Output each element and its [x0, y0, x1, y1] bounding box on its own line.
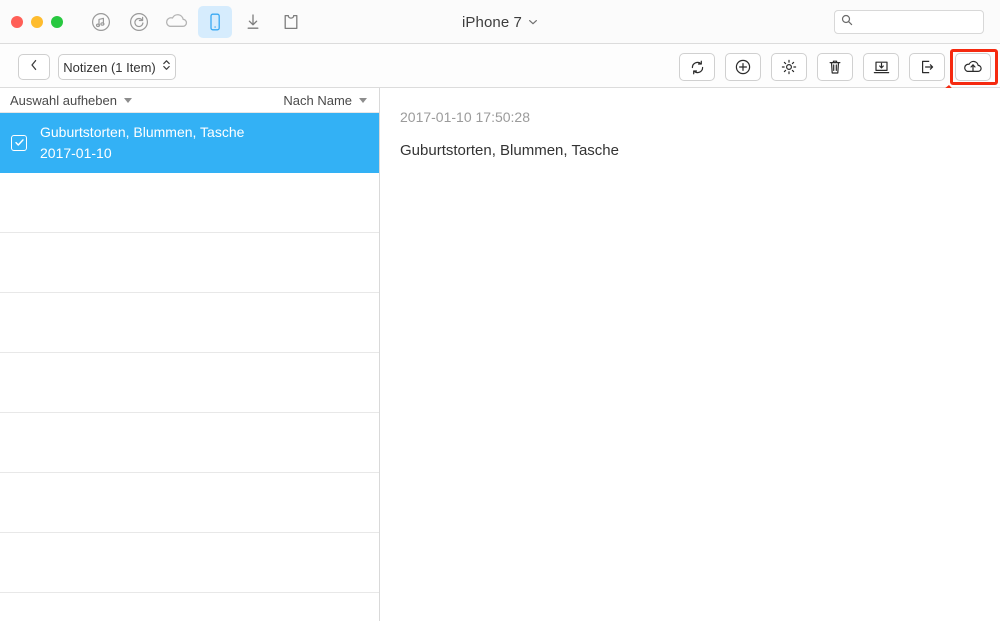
- delete-button[interactable]: [817, 53, 853, 81]
- deselect-label: Auswahl aufheben: [10, 92, 117, 108]
- list-row-empty: [0, 353, 379, 413]
- breadcrumb[interactable]: Notizen (1 Item): [58, 54, 176, 80]
- cloud-upload-icon: [962, 58, 984, 76]
- list-item[interactable]: Guburtstorten, Blummen, Tasche 2017-01-1…: [0, 113, 379, 173]
- export-button[interactable]: [909, 53, 945, 81]
- app-window: iPhone 7 Notizen (1 Item) Auswahl aufheb…: [0, 0, 1000, 621]
- minimize-button[interactable]: [31, 15, 43, 28]
- mode-device[interactable]: [198, 5, 232, 38]
- list-row-empty: [0, 413, 379, 473]
- list-row-empty: [0, 233, 379, 293]
- titlebar: iPhone 7: [0, 0, 1000, 44]
- deselect-dropdown[interactable]: Auswahl aufheben: [10, 93, 132, 108]
- plus-circle-icon: [734, 58, 752, 76]
- chevron-down-icon[interactable]: [528, 13, 538, 31]
- window-title: iPhone 7: [461, 13, 523, 31]
- cloud-icon: [164, 11, 190, 33]
- import-button[interactable]: [863, 53, 899, 81]
- refresh-button[interactable]: [679, 53, 715, 81]
- gear-icon: [780, 58, 798, 76]
- add-button[interactable]: [725, 53, 761, 81]
- item-title: Guburtstorten, Blummen, Tasche: [40, 123, 245, 140]
- note-timestamp: 2017-01-10 17:50:28: [400, 109, 530, 125]
- list-row-empty: [0, 593, 379, 621]
- phone-icon: [205, 11, 225, 33]
- item-checkbox[interactable]: [11, 134, 27, 151]
- notes-list: Guburtstorten, Blummen, Tasche 2017-01-1…: [0, 113, 379, 621]
- sort-label: Nach Name: [283, 92, 352, 108]
- music-icon: [90, 11, 112, 33]
- note-body: Guburtstorten, Blummen, Tasche: [400, 142, 619, 159]
- item-date: 2017-01-10: [40, 144, 112, 161]
- notes-list-panel: Auswahl aufheben Nach Name Guburtstorten…: [0, 88, 380, 621]
- close-button[interactable]: [11, 15, 23, 28]
- mode-icloud[interactable]: [160, 6, 194, 38]
- sort-dropdown[interactable]: Nach Name: [283, 93, 367, 108]
- trash-icon: [827, 58, 843, 76]
- list-row-empty: [0, 293, 379, 353]
- mode-toolkit[interactable]: [274, 6, 308, 38]
- caret-down-icon: [359, 97, 367, 103]
- restore-icon: [128, 11, 150, 33]
- chevron-up-down-icon: [162, 58, 171, 77]
- toolbox-icon: [279, 11, 303, 33]
- caret-down-icon: [123, 97, 132, 103]
- mode-restore[interactable]: [122, 6, 156, 38]
- settings-button[interactable]: [771, 53, 807, 81]
- chevron-left-icon: [28, 58, 40, 77]
- list-row-empty: [0, 473, 379, 533]
- list-filter-bar: Auswahl aufheben Nach Name: [0, 88, 379, 113]
- back-button[interactable]: [18, 54, 50, 80]
- refresh-icon: [689, 59, 706, 76]
- breadcrumb-label: Notizen (1 Item): [63, 59, 156, 75]
- mode-music[interactable]: [84, 6, 118, 38]
- search-input[interactable]: [858, 15, 977, 29]
- search-icon: [841, 13, 853, 31]
- download-icon: [242, 11, 264, 33]
- import-icon: [872, 58, 891, 76]
- item-text: Guburtstorten, Blummen, Tasche 2017-01-1…: [40, 124, 244, 162]
- list-row-empty: [0, 173, 379, 233]
- zoom-button[interactable]: [51, 15, 63, 28]
- export-icon: [919, 58, 936, 76]
- search-box[interactable]: [834, 10, 984, 34]
- mode-toolbar: [84, 5, 308, 38]
- cloud-upload-button[interactable]: [955, 53, 991, 81]
- traffic-lights: [11, 15, 63, 28]
- note-detail-panel: 2017-01-10 17:50:28 Guburtstorten, Blumm…: [381, 88, 1000, 621]
- mode-download[interactable]: [236, 6, 270, 38]
- list-row-empty: [0, 533, 379, 593]
